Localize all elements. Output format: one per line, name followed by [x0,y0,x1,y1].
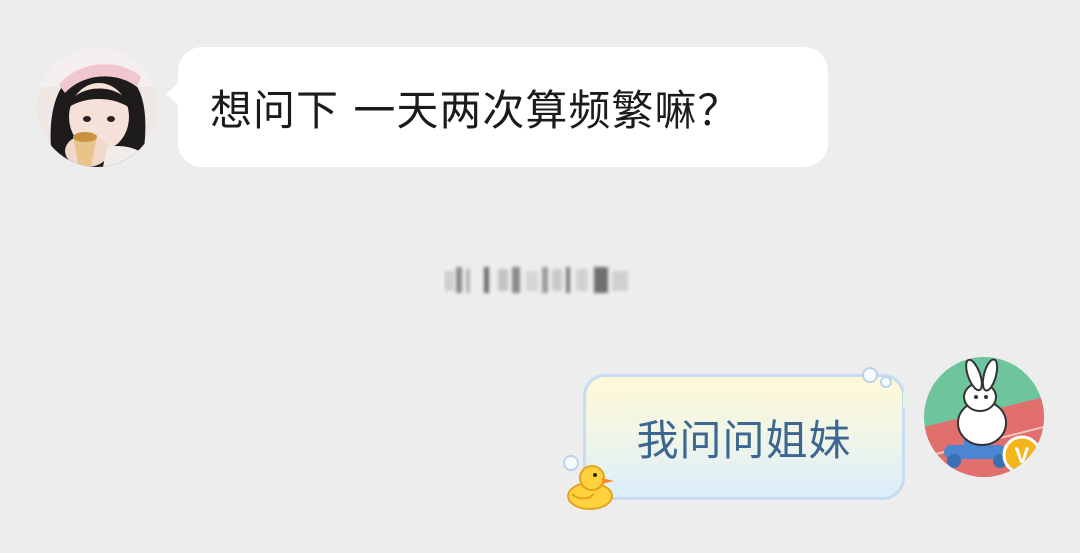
outgoing-message-text: 我问问姐妹 [636,415,852,465]
outgoing-message-bubble[interactable]: 我问问姐妹 [583,374,919,500]
duck-icon [567,465,614,510]
bubble-tail [166,81,180,107]
incoming-message-bubble[interactable]: 想问下 一天两次算频繁嘛？ [166,47,828,167]
blurred-system-notice [444,267,628,293]
contact-avatar[interactable] [37,47,157,167]
bubble-circles-icon [862,367,892,388]
vip-v-badge-icon [1004,437,1044,477]
girl-avatar-icon [37,47,157,167]
incoming-message-text: 想问下 一天两次算频繁嘛？ [210,85,741,135]
